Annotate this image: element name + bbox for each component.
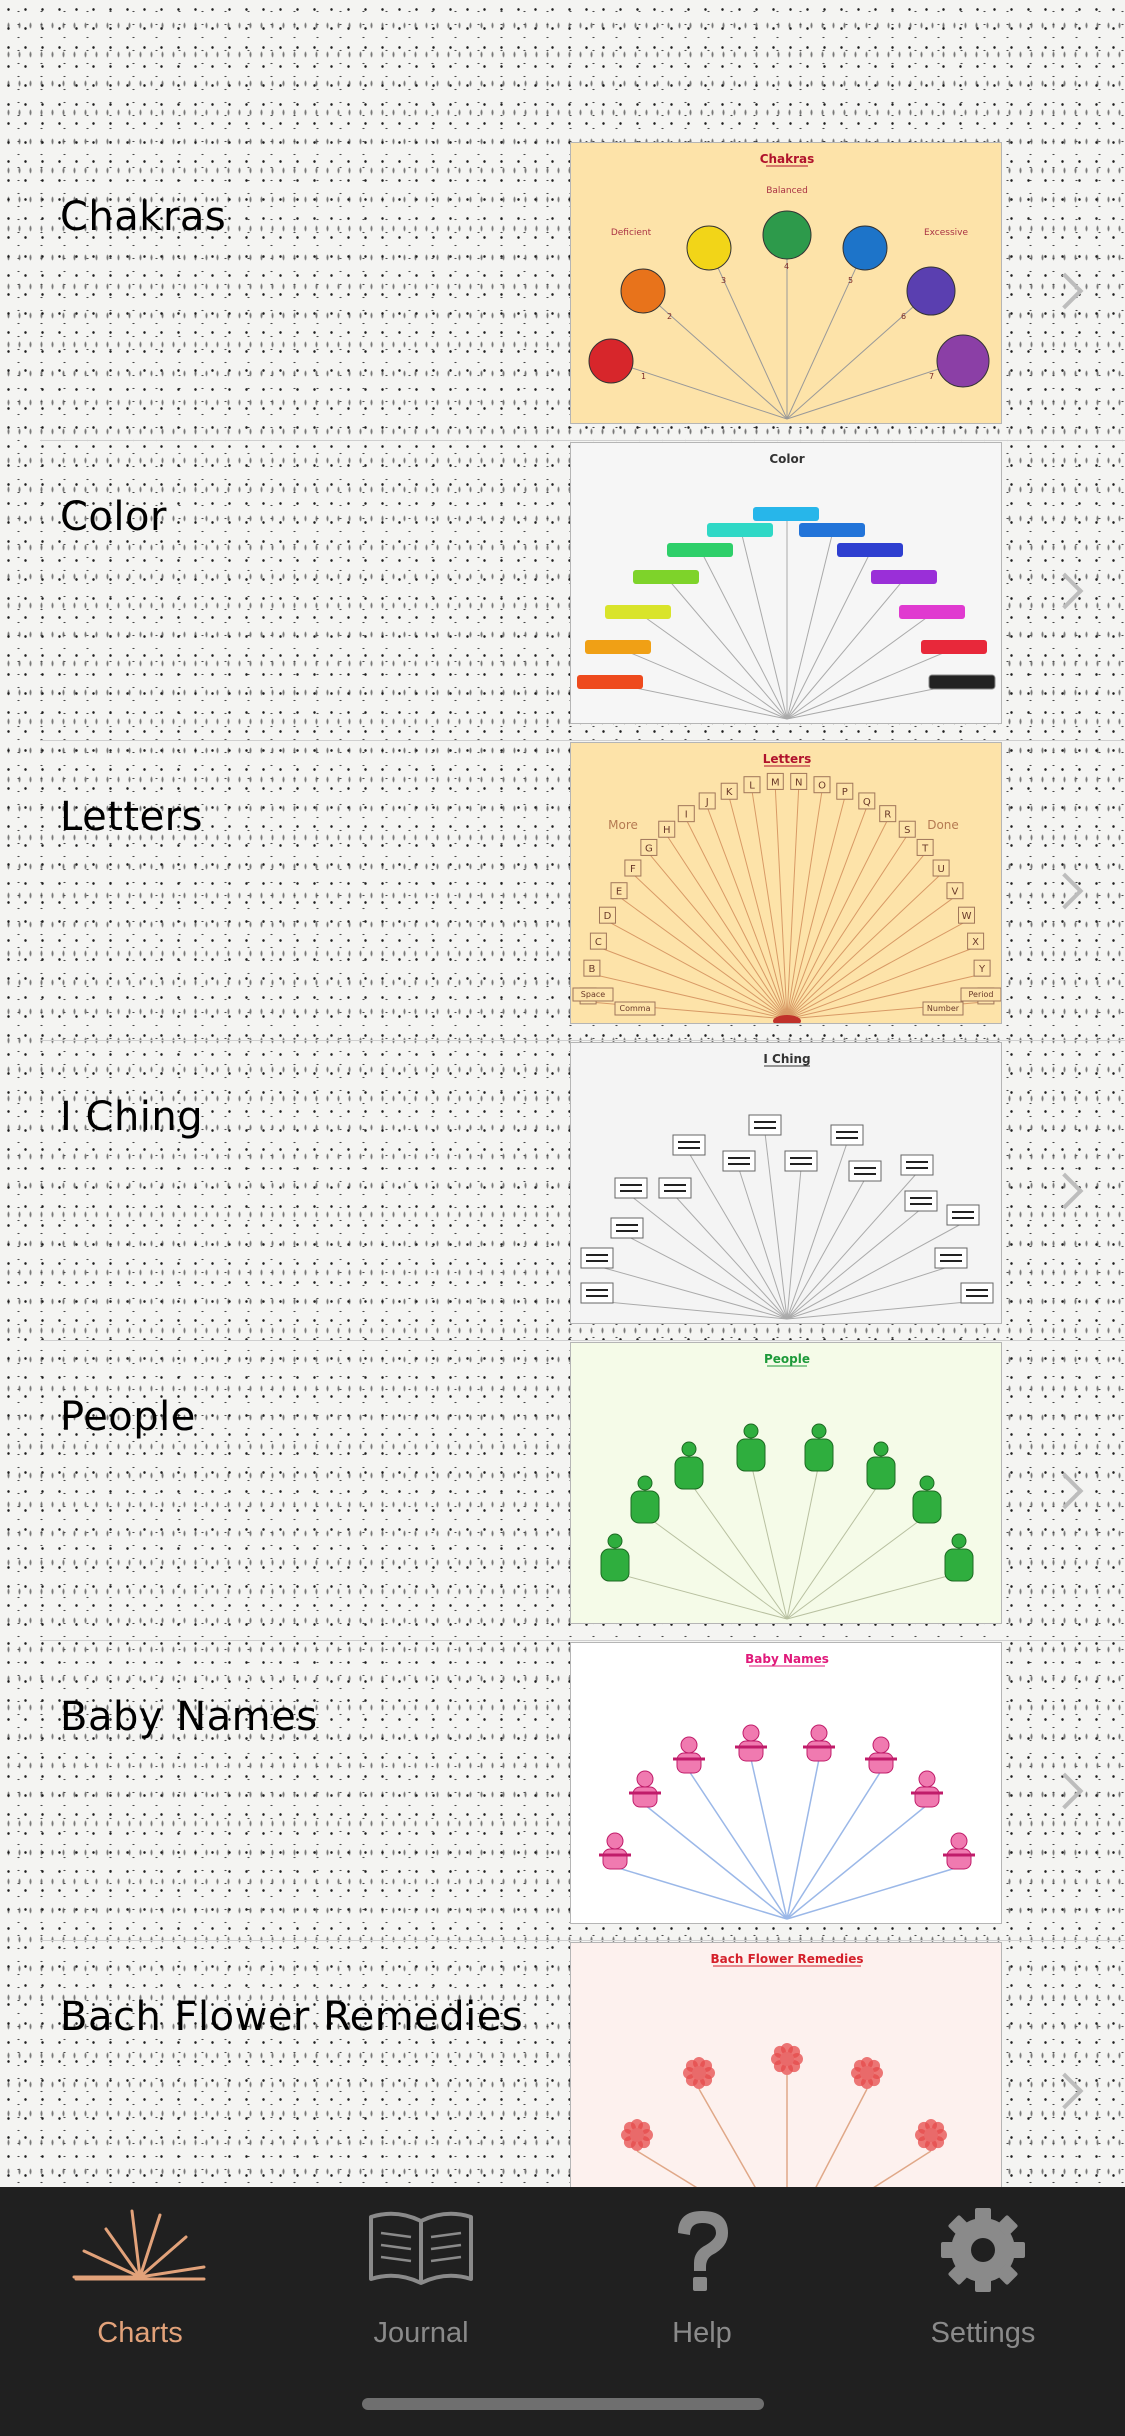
thumb-title: Baby Names bbox=[745, 1652, 829, 1666]
chart-row-bach-flower-remedies[interactable]: Bach Flower Remedies Bach Flower Remedie… bbox=[0, 1942, 1125, 2187]
svg-text:Period: Period bbox=[969, 990, 994, 999]
chevron-right-icon bbox=[1046, 572, 1084, 610]
svg-text:4: 4 bbox=[784, 262, 789, 271]
row-divider bbox=[40, 740, 1125, 741]
svg-text:N: N bbox=[795, 777, 802, 788]
home-indicator bbox=[362, 2398, 764, 2410]
tab-charts[interactable]: Charts bbox=[30, 2207, 250, 2357]
baby-names-thumbnail: Baby Names bbox=[570, 1642, 1002, 1924]
row-label: Color bbox=[60, 494, 167, 540]
svg-text:5: 5 bbox=[848, 276, 853, 285]
svg-text:T: T bbox=[921, 843, 929, 854]
chevron-right-icon bbox=[1046, 1472, 1084, 1510]
row-label: People bbox=[60, 1394, 196, 1440]
color-thumbnail: Color bbox=[570, 442, 1002, 724]
thumb-title: People bbox=[764, 1352, 810, 1366]
svg-text:1: 1 bbox=[641, 372, 646, 381]
question-icon bbox=[678, 2211, 728, 2291]
bach-flower-thumbnail: Bach Flower Remedies bbox=[570, 1942, 1002, 2187]
row-label: Baby Names bbox=[60, 1694, 318, 1740]
svg-text:M: M bbox=[771, 777, 780, 788]
thumb-title: Chakras bbox=[760, 152, 815, 166]
svg-text:I: I bbox=[685, 810, 688, 821]
row-divider bbox=[40, 1640, 1125, 1641]
tab-help[interactable]: Help bbox=[592, 2207, 812, 2357]
tab-label: Settings bbox=[930, 2317, 1036, 2349]
chart-row-chakras[interactable]: Chakras Chakras Balanced Deficient Exces… bbox=[0, 142, 1125, 450]
svg-text:Balanced: Balanced bbox=[766, 186, 808, 196]
tab-journal[interactable]: Journal bbox=[311, 2207, 531, 2357]
tab-settings[interactable]: Settings bbox=[873, 2207, 1093, 2357]
chevron-right-icon bbox=[1046, 2072, 1084, 2110]
row-divider bbox=[40, 1940, 1125, 1941]
row-divider bbox=[40, 1040, 1125, 1041]
people-thumbnail: People bbox=[570, 1342, 1002, 1624]
tab-label: Journal bbox=[373, 2317, 469, 2349]
chevron-right-icon bbox=[1046, 272, 1084, 310]
svg-text:G: G bbox=[645, 843, 653, 854]
svg-text:6: 6 bbox=[901, 312, 906, 321]
svg-text:W: W bbox=[962, 911, 972, 922]
chart-row-letters[interactable]: Letters Letters More Done ABCDEFGHIJKLMN… bbox=[0, 742, 1125, 1050]
row-divider bbox=[40, 440, 1125, 441]
thumb-title: Bach Flower Remedies bbox=[711, 1952, 864, 1966]
svg-text:O: O bbox=[818, 781, 826, 792]
letters-thumbnail: Letters More Done ABCDEFGHIJKLMNOPQRSTUV… bbox=[570, 742, 1002, 1024]
row-label: Bach Flower Remedies bbox=[60, 1994, 524, 2040]
thumb-title: Color bbox=[769, 452, 804, 466]
svg-text:R: R bbox=[884, 810, 891, 821]
svg-text:J: J bbox=[705, 797, 709, 808]
svg-text:More: More bbox=[608, 818, 638, 832]
row-label: Letters bbox=[60, 794, 203, 840]
thumb-title: I Ching bbox=[763, 1052, 810, 1066]
chart-row-baby-names[interactable]: Baby Names Baby Names bbox=[0, 1642, 1125, 1950]
svg-text:Y: Y bbox=[978, 964, 986, 975]
tab-label: Help bbox=[672, 2317, 732, 2349]
chart-row-color[interactable]: Color Color bbox=[0, 442, 1125, 750]
svg-text:K: K bbox=[726, 787, 733, 798]
row-label: Chakras bbox=[60, 194, 227, 240]
chart-row-i-ching[interactable]: I Ching I Ching bbox=[0, 1042, 1125, 1350]
svg-text:Comma: Comma bbox=[620, 1004, 651, 1013]
svg-text:V: V bbox=[952, 887, 959, 898]
svg-text:Deficient: Deficient bbox=[611, 228, 652, 238]
book-icon bbox=[369, 2211, 473, 2285]
chevron-right-icon bbox=[1046, 1772, 1084, 1810]
svg-text:C: C bbox=[595, 937, 602, 948]
svg-text:X: X bbox=[972, 937, 979, 948]
svg-text:7: 7 bbox=[929, 372, 934, 381]
gear-icon bbox=[941, 2208, 1025, 2292]
chart-list: Chakras Chakras Balanced Deficient Exces… bbox=[0, 0, 1125, 2187]
chevron-right-icon bbox=[1046, 872, 1084, 910]
svg-text:Space: Space bbox=[581, 990, 605, 999]
svg-text:P: P bbox=[842, 787, 848, 798]
svg-text:E: E bbox=[616, 887, 622, 898]
i-ching-thumbnail: I Ching bbox=[570, 1042, 1002, 1324]
chart-row-people[interactable]: People People bbox=[0, 1342, 1125, 1650]
chevron-right-icon bbox=[1046, 1172, 1084, 1210]
svg-text:Done: Done bbox=[927, 818, 959, 832]
svg-text:U: U bbox=[937, 864, 944, 875]
svg-text:H: H bbox=[663, 825, 671, 836]
svg-text:3: 3 bbox=[721, 276, 726, 285]
svg-text:Number: Number bbox=[927, 1004, 960, 1013]
tab-label: Charts bbox=[97, 2317, 183, 2349]
svg-text:F: F bbox=[630, 864, 636, 875]
row-label: I Ching bbox=[60, 1094, 204, 1140]
svg-text:L: L bbox=[749, 781, 755, 792]
svg-text:Q: Q bbox=[863, 797, 871, 808]
charts-icon bbox=[72, 2209, 206, 2281]
svg-text:2: 2 bbox=[667, 312, 672, 321]
chakras-thumbnail: Chakras Balanced Deficient Excessive 1 2… bbox=[570, 142, 1002, 424]
row-divider bbox=[40, 1340, 1125, 1341]
svg-text:B: B bbox=[588, 964, 595, 975]
svg-text:Excessive: Excessive bbox=[924, 228, 969, 238]
svg-text:S: S bbox=[904, 825, 910, 836]
svg-text:D: D bbox=[604, 911, 612, 922]
thumb-title: Letters bbox=[763, 752, 811, 766]
